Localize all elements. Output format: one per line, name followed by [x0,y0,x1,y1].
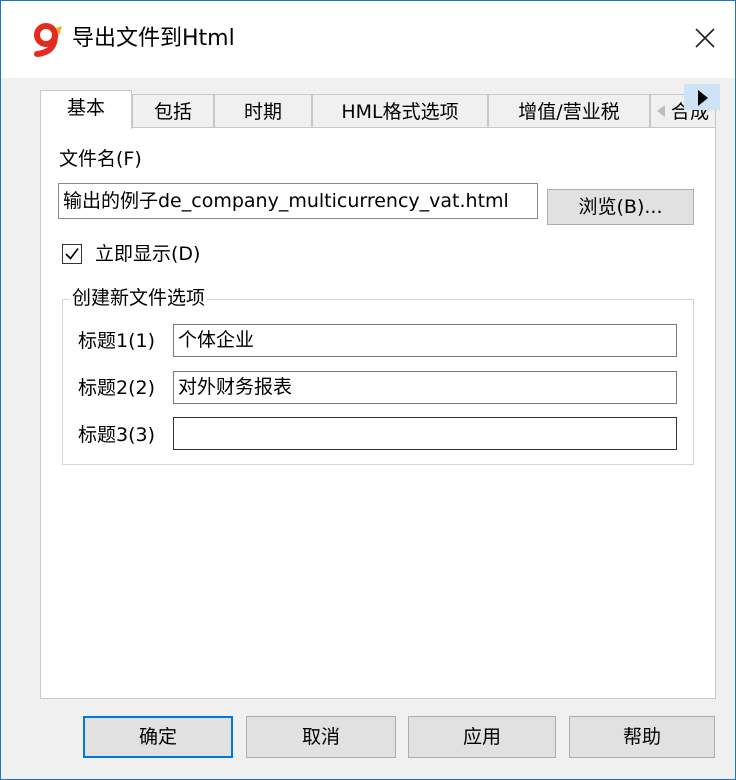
help-button[interactable]: 帮助 [569,716,715,758]
close-button[interactable] [683,18,727,58]
tab-include[interactable]: 包括 [132,94,214,128]
export-html-dialog: 导出文件到Html 基本 包括 时期 HML格式选项 增值/营业税 合成 文件名… [0,0,736,780]
title3-input[interactable] [173,417,677,450]
checkmark-icon [65,248,79,260]
file-name-value: 输出的例子de_company_multicurrency_vat.html [63,190,509,212]
file-name-input[interactable]: 输出的例子de_company_multicurrency_vat.html [58,183,538,219]
title2-label: 标题2(2) [78,377,156,399]
scroll-right-icon [698,90,708,106]
app-logo-icon [34,23,62,57]
ok-button[interactable]: 确定 [83,716,233,758]
tab-scroll-button[interactable] [684,84,720,110]
close-icon [695,28,715,48]
title1-input[interactable]: 个体企业 [173,324,677,357]
show-immediately-checkbox[interactable] [62,244,82,264]
file-name-label: 文件名(F) [59,148,142,170]
title3-label: 标题3(3) [78,424,156,446]
tab-strip: 基本 包括 时期 HML格式选项 增值/营业税 合成 [40,90,716,129]
title2-input[interactable]: 对外财务报表 [173,371,677,404]
apply-button[interactable]: 应用 [408,716,556,758]
cancel-button[interactable]: 取消 [246,716,396,758]
show-immediately-label: 立即显示(D) [95,243,201,265]
scroll-left-icon[interactable] [656,104,666,118]
title-bar: 导出文件到Html [1,1,735,78]
tab-vat[interactable]: 增值/营业税 [488,94,650,128]
browse-button[interactable]: 浏览(B)... [547,189,694,225]
tab-html-format[interactable]: HML格式选项 [312,94,488,128]
new-file-options-title: 创建新文件选项 [70,285,208,311]
tab-period[interactable]: 时期 [214,94,312,128]
tab-basic[interactable]: 基本 [40,90,132,129]
title1-label: 标题1(1) [78,330,156,352]
window-title: 导出文件到Html [72,26,235,51]
